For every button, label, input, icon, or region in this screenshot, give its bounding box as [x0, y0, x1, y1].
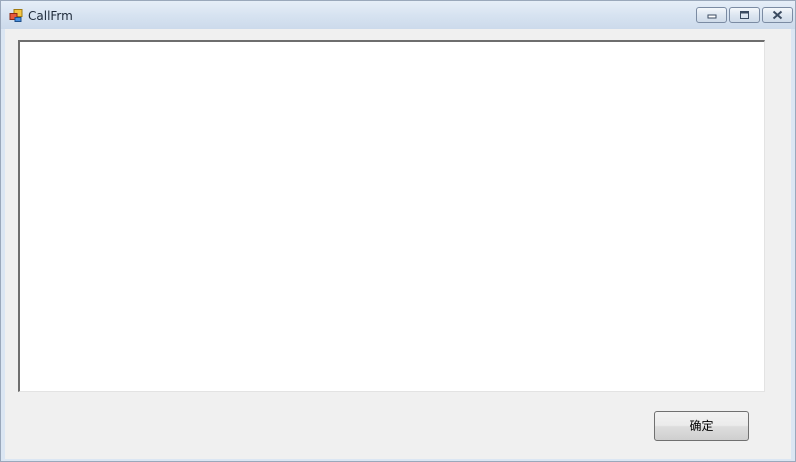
- client-area: 确定: [5, 29, 791, 459]
- main-text-area[interactable]: [18, 40, 765, 392]
- title-bar[interactable]: CallFrm: [1, 1, 795, 29]
- window-title: CallFrm: [28, 9, 73, 23]
- maximize-button[interactable]: [729, 7, 760, 23]
- ok-button[interactable]: 确定: [654, 411, 749, 441]
- minimize-icon: [707, 14, 717, 19]
- maximize-icon: [740, 11, 749, 19]
- minimize-button[interactable]: [696, 7, 727, 23]
- app-window-icon: [9, 9, 23, 22]
- callfrm-window: CallFrm 确定: [0, 0, 796, 462]
- close-button[interactable]: [762, 7, 793, 23]
- close-icon: [772, 10, 783, 20]
